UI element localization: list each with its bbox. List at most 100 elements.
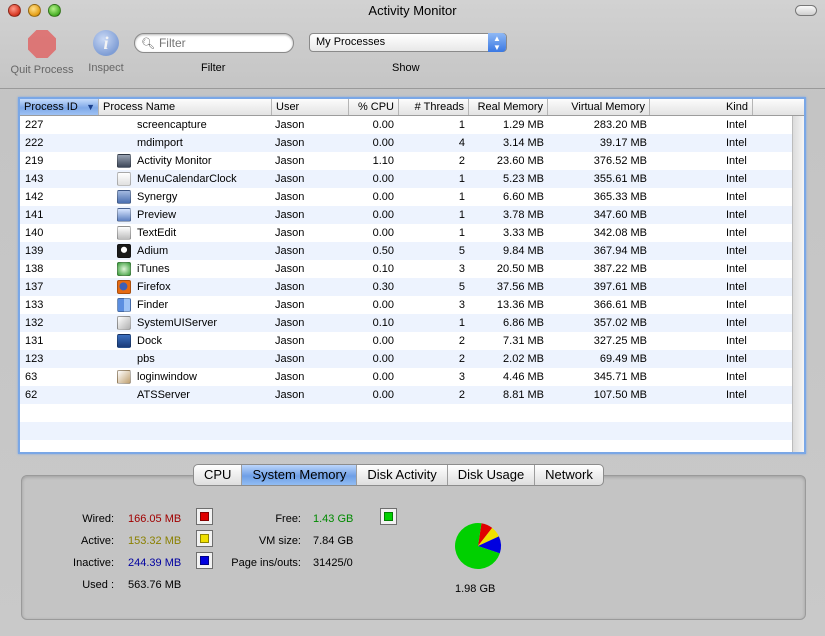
cell-kind: Intel [726, 353, 747, 365]
cell-user: Jason [275, 353, 305, 365]
active-color-swatch[interactable] [196, 530, 213, 547]
cell-kind: Intel [726, 119, 747, 131]
used-label: Used : [82, 579, 114, 591]
cell-cpu: 1.10 [372, 155, 394, 167]
toolbar-toggle-button[interactable] [795, 5, 817, 16]
table-row[interactable]: 141 Preview Jason 0.00 1 3.78 MB 347.60 MB Inte… [20, 206, 792, 224]
column-header-threads[interactable]: # Threads [399, 99, 469, 115]
quit-process-button[interactable]: Quit Process [6, 30, 78, 76]
table-row[interactable]: 222 mdimport Jason 0.00 4 3.14 MB 39.17 MB Inte… [20, 134, 792, 152]
inspect-button[interactable]: i Inspect [82, 30, 130, 74]
table-row[interactable]: 133 Finder Jason 0.00 3 13.36 MB 366.61 MB Inte… [20, 296, 792, 314]
cell-process-name: mdimport [137, 137, 183, 149]
show-processes-select[interactable]: My Processes ▲ ▼ [309, 33, 507, 52]
column-header-user[interactable]: User [272, 99, 349, 115]
close-window-button[interactable] [8, 4, 21, 17]
cell-real-memory: 5.23 MB [503, 173, 544, 185]
column-header-label: Real Memory [477, 101, 543, 113]
cell-kind: Intel [726, 173, 747, 185]
tab-cpu[interactable]: CPU [194, 465, 243, 485]
cell-virtual-memory: 367.94 MB [593, 245, 647, 257]
cell-real-memory: 6.86 MB [503, 317, 544, 329]
table-row[interactable]: 137 Firefox Jason 0.30 5 37.56 MB 397.61 MB Int… [20, 278, 792, 296]
table-row[interactable]: 143 MenuCalendarClock Jason 0.00 1 5.23 MB 355… [20, 170, 792, 188]
table-row[interactable]: 142 Synergy Jason 0.00 1 6.60 MB 365.33 MB Inte… [20, 188, 792, 206]
column-header-cpu[interactable]: % CPU [349, 99, 399, 115]
filter-search-field[interactable]: 🔍︎ [134, 33, 294, 53]
table-row[interactable]: 132 SystemUIServer Jason 0.10 1 6.86 MB 357.02… [20, 314, 792, 332]
table-body: 227 screencapture Jason 0.00 1 1.29 MB 283.20 … [20, 116, 792, 452]
cell-process-id: 137 [25, 281, 44, 293]
systemuiserver-icon [117, 316, 131, 330]
column-header-virtual-memory[interactable]: Virtual Memory [548, 99, 650, 115]
cell-cpu: 0.10 [372, 317, 394, 329]
inactive-color-swatch[interactable] [196, 552, 213, 569]
table-row[interactable]: 123 pbs Jason 0.00 2 2.02 MB 69.49 MB Intel [20, 350, 792, 368]
cell-real-memory: 3.78 MB [503, 209, 544, 221]
synergy-icon [117, 190, 131, 204]
firefox-icon [117, 280, 131, 294]
cell-cpu: 0.50 [372, 245, 394, 257]
table-row[interactable]: 131 Dock Jason 0.00 2 7.31 MB 327.25 MB Intel [20, 332, 792, 350]
cell-cpu: 0.00 [372, 335, 394, 347]
filter-input[interactable] [158, 36, 279, 50]
cell-threads: 2 [458, 389, 465, 401]
table-row[interactable]: 62 ATSServer Jason 0.00 2 8.81 MB 107.50 MB Int… [20, 386, 792, 404]
cell-virtual-memory: 355.61 MB [593, 173, 647, 185]
tab-bar: CPU System Memory Disk Activity Disk Usage N… [193, 464, 604, 486]
cell-process-id: 132 [25, 317, 44, 329]
cell-virtual-memory: 397.61 MB [593, 281, 647, 293]
inactive-value: 244.39 MB [128, 557, 182, 569]
cell-process-id: 131 [25, 335, 44, 347]
table-row[interactable]: 63 loginwindow Jason 0.00 3 4.46 MB 345.71 MB I… [20, 368, 792, 386]
table-row[interactable]: 219 Activity Monitor Jason 1.10 2 23.60 MB 376… [20, 152, 792, 170]
sort-descending-icon: ▼ [86, 102, 95, 112]
cell-process-name: SystemUIServer [137, 317, 218, 329]
total-memory-label: 1.98 GB [455, 583, 496, 595]
cell-process-name: Dock [137, 335, 163, 347]
cell-virtual-memory: 283.20 MB [593, 119, 647, 131]
cell-real-memory: 1.29 MB [503, 119, 544, 131]
cell-user: Jason [275, 299, 305, 311]
cell-user: Jason [275, 191, 305, 203]
table-row[interactable]: 140 TextEdit Jason 0.00 1 3.33 MB 342.08 MB Int… [20, 224, 792, 242]
minimize-window-button[interactable] [28, 4, 41, 17]
cell-process-name: screencapture [137, 119, 207, 131]
table-row[interactable]: 227 screencapture Jason 0.00 1 1.29 MB 283.20 … [20, 116, 792, 134]
column-header-process-id[interactable]: Process ID ▼ [20, 99, 99, 115]
table-row[interactable]: 139 Adium Jason 0.50 5 9.84 MB 367.94 MB Intel [20, 242, 792, 260]
table-header: Process ID ▼ Process Name User % CPU # T… [20, 99, 804, 116]
cell-cpu: 0.00 [372, 227, 394, 239]
cell-process-id: 227 [25, 119, 44, 131]
cell-user: Jason [275, 317, 305, 329]
preview-icon [117, 208, 131, 222]
cell-kind: Intel [726, 191, 747, 203]
filter-label: Filter [201, 62, 226, 74]
tab-network[interactable]: Network [535, 465, 603, 485]
cell-process-id: 139 [25, 245, 44, 257]
free-color-swatch[interactable] [380, 508, 397, 525]
vertical-scrollbar[interactable] [792, 116, 804, 452]
tab-disk-activity[interactable]: Disk Activity [357, 465, 448, 485]
table-row[interactable]: 138 iTunes Jason 0.10 3 20.50 MB 387.22 MB Inte… [20, 260, 792, 278]
column-header-kind[interactable]: Kind [650, 99, 753, 115]
column-header-label: % CPU [357, 101, 394, 113]
cell-process-id: 141 [25, 209, 44, 221]
active-value: 153.32 MB [128, 535, 182, 547]
column-header-process-name[interactable]: Process Name [99, 99, 272, 115]
wired-color-swatch[interactable] [196, 508, 213, 525]
cell-user: Jason [275, 137, 305, 149]
column-header-label: Process Name [103, 101, 176, 113]
zoom-window-button[interactable] [48, 4, 61, 17]
cell-process-name: loginwindow [137, 371, 197, 383]
column-header-real-memory[interactable]: Real Memory [469, 99, 548, 115]
cell-real-memory: 7.31 MB [503, 335, 544, 347]
cell-real-memory: 6.60 MB [503, 191, 544, 203]
cell-user: Jason [275, 119, 305, 131]
cell-process-name: iTunes [137, 263, 170, 275]
cell-process-name: Adium [137, 245, 169, 257]
cell-process-id: 143 [25, 173, 44, 185]
tab-disk-usage[interactable]: Disk Usage [448, 465, 536, 485]
cell-kind: Intel [726, 317, 747, 329]
tab-system-memory[interactable]: System Memory [242, 465, 358, 485]
